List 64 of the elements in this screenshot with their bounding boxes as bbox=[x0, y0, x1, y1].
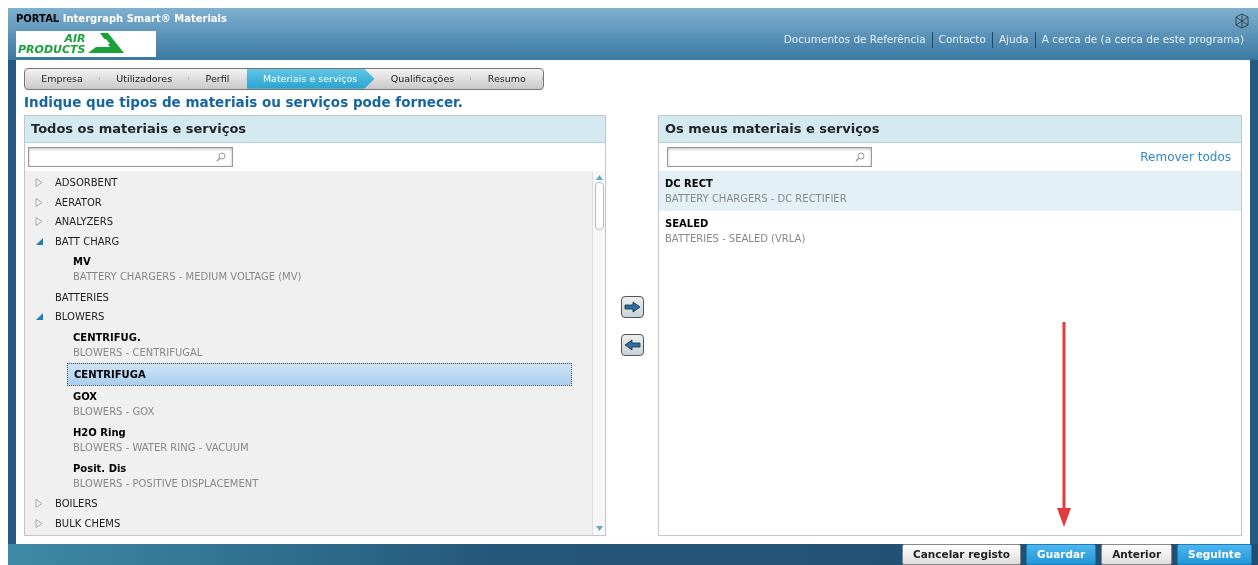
remove-all-link[interactable]: Remover todos bbox=[1140, 147, 1231, 166]
left-arrow-icon bbox=[623, 338, 641, 351]
panel-title: Os meus materiais e serviços bbox=[659, 116, 1241, 143]
right-arrow-icon bbox=[623, 300, 641, 313]
collapsed-triangle-icon[interactable] bbox=[35, 518, 43, 528]
tree-item-label[interactable]: BATTERIES bbox=[55, 289, 109, 305]
footer-button[interactable]: Cancelar registo bbox=[902, 544, 1022, 565]
search-icon bbox=[216, 151, 226, 162]
company-logo: AIR PRODUCTS bbox=[16, 31, 156, 57]
item-code: DC RECT bbox=[665, 176, 714, 191]
item-description: BLOWERS - GOX bbox=[73, 404, 156, 419]
expanded-triangle-icon[interactable] bbox=[35, 236, 43, 246]
item-code: Posit. Dis bbox=[73, 461, 128, 476]
step-tab[interactable]: Utilizadores bbox=[100, 68, 190, 89]
tree-child-item[interactable]: CENTRIFUGA bbox=[67, 362, 572, 386]
collapsed-triangle-icon[interactable] bbox=[35, 498, 43, 508]
item-description: BLOWERS - POSITIVE DISPLACEMENT bbox=[73, 476, 260, 491]
tree-item-label[interactable]: BLOWERS bbox=[55, 309, 105, 325]
item-description: BLOWERS - WATER RING - VACUUM bbox=[73, 440, 250, 455]
logo-mark-icon bbox=[88, 33, 125, 55]
search-field[interactable] bbox=[28, 146, 233, 167]
tree-child-item[interactable]: MV BATTERY CHARGERS - MEDIUM VOLTAGE (MV) bbox=[67, 251, 588, 288]
item-code: MV bbox=[73, 255, 92, 270]
step-tab[interactable]: Qualificações bbox=[374, 68, 472, 89]
step-tab[interactable]: Empresa bbox=[25, 68, 101, 89]
panel-title: Todos os materiais e serviços bbox=[25, 116, 605, 143]
tree-child-item[interactable]: CENTRIFUG. BLOWERS - CENTRIFUGAL bbox=[67, 326, 588, 363]
tree-child-item[interactable]: H2O Ring BLOWERS - WATER RING - VACUUM bbox=[67, 421, 588, 458]
collapsed-triangle-icon[interactable] bbox=[35, 197, 43, 207]
item-code: GOX bbox=[73, 389, 99, 404]
item-description: BATTERY CHARGERS - MEDIUM VOLTAGE (MV) bbox=[73, 270, 303, 285]
item-description: BATTERIES - SEALED (VRLA) bbox=[665, 231, 807, 246]
scroll-thumb[interactable] bbox=[594, 181, 604, 230]
remove-button[interactable] bbox=[620, 333, 644, 356]
tree-item-label[interactable]: BULK CHEMS bbox=[55, 515, 121, 531]
instruction-text: Indique que tipos de materiais ou serviços pode fornecer. bbox=[24, 92, 464, 112]
item-description: BATTERY CHARGERS - DC RECTIFIER bbox=[665, 191, 848, 206]
portal-title: PORTAL Intergraph Smart® Materials bbox=[16, 12, 227, 26]
tree-child-item[interactable]: GOX BLOWERS - GOX bbox=[67, 385, 588, 422]
collapsed-triangle-icon[interactable] bbox=[35, 177, 43, 187]
footer-button[interactable]: Anterior bbox=[1101, 544, 1173, 565]
item-code: H2O Ring bbox=[73, 425, 127, 440]
cube-icon[interactable] bbox=[1234, 13, 1250, 29]
search-field[interactable] bbox=[667, 146, 872, 167]
tree-item-label[interactable]: BOILERS bbox=[55, 495, 98, 511]
tree-item-label[interactable]: ANALYZERS bbox=[55, 214, 113, 230]
scroll-down-icon[interactable] bbox=[595, 526, 603, 531]
collapsed-triangle-icon[interactable] bbox=[35, 217, 43, 227]
tree-item-label[interactable]: BATT CHARG bbox=[55, 233, 120, 249]
add-button[interactable] bbox=[620, 295, 644, 318]
item-code: CENTRIFUGA bbox=[74, 367, 147, 382]
step-tab[interactable]: Perfil bbox=[189, 68, 247, 89]
tree-item-label[interactable]: ADSORBENT bbox=[55, 174, 118, 190]
item-code: CENTRIFUG. bbox=[73, 330, 142, 345]
item-code: SEALED bbox=[665, 216, 710, 231]
expanded-triangle-icon[interactable] bbox=[35, 312, 43, 322]
selected-item[interactable]: SEALED BATTERIES - SEALED (VRLA) bbox=[659, 210, 1241, 251]
scrollbar[interactable] bbox=[592, 170, 605, 535]
tree-child-item[interactable]: Posit. Dis BLOWERS - POSITIVE DISPLACEMENT bbox=[67, 457, 588, 494]
item-description: BLOWERS - CENTRIFUGAL bbox=[73, 345, 204, 360]
selected-item[interactable]: DC RECT BATTERY CHARGERS - DC RECTIFIER bbox=[659, 170, 1241, 211]
step-tab[interactable]: Resumo bbox=[471, 68, 543, 89]
search-icon bbox=[855, 151, 865, 162]
tree-item-label[interactable]: AERATOR bbox=[55, 194, 102, 210]
